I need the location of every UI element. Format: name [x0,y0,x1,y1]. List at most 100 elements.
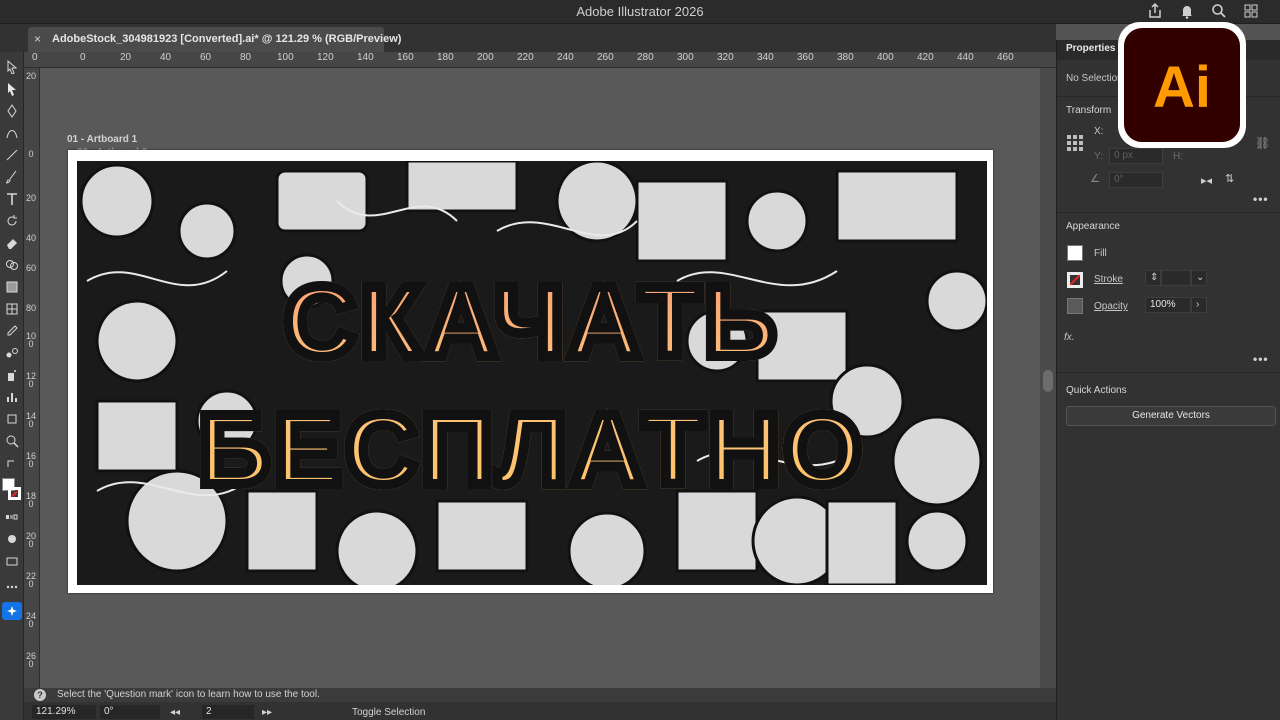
appearance-more-icon[interactable]: ••• [1253,352,1269,366]
ruler-tick: 0 [28,149,34,159]
rotate-tool-icon[interactable] [2,212,22,230]
ruler-tick: 180 [26,491,37,509]
stroke-weight-stepper[interactable]: ⇕ [1145,270,1161,286]
help-bar: ? Select the 'Question mark' icon to lea… [24,688,1056,702]
share-icon[interactable] [1146,2,1164,20]
angle-field[interactable]: 0° [1109,172,1163,188]
line-tool-icon[interactable] [2,146,22,164]
draw-mode-icon[interactable] [2,530,22,548]
eyedropper-tool-icon[interactable] [2,322,22,340]
status-bar: 121.29% 0° ◂◂ 2 ▸▸ Toggle Selection [24,702,1056,720]
shape-builder-tool-icon[interactable] [2,256,22,274]
constrain-proportions-icon[interactable]: ⛓ [1255,136,1270,150]
banner-headline-line-1[interactable]: СКАЧАТЬ [77,261,987,383]
blend-tool-icon[interactable] [2,344,22,362]
canvas[interactable]: 01 - Artboard 1 02 - Artboard 2 [40,68,1040,688]
document-tab[interactable]: × AdobeStock_304981923 [Converted].ai* @… [28,27,401,52]
artboard-number-field[interactable]: 2 [202,705,254,719]
ruler-tick: 120 [317,52,334,63]
rotation-field[interactable]: 0° [100,705,160,719]
generate-vectors-button[interactable]: Generate Vectors [1066,406,1276,426]
symbol-sprayer-tool-icon[interactable] [2,366,22,384]
fx-button[interactable]: fx. [1064,332,1075,343]
flip-vertical-icon[interactable]: ⇅ [1225,172,1234,185]
doodle-banner-artwork[interactable]: СКАЧАТЬ БЕСПЛАТНО [77,161,987,585]
document-tab-name[interactable]: AdobeStock_304981923 [Converted].ai* @ 1… [52,33,401,45]
type-tool-icon[interactable] [2,190,22,208]
screen-mode-icon[interactable] [2,552,22,570]
gradient-tool-icon[interactable] [2,278,22,296]
color-mode-icon[interactable] [2,508,22,526]
more-tools-icon[interactable] [2,578,22,596]
ruler-tick: 140 [26,411,37,429]
ruler-tick: 0 [32,52,38,63]
tools-panel [0,52,24,720]
horizontal-ruler: 0 0 20 40 60 80 100 120 140 160 180 200 … [24,52,1056,68]
ruler-tick: 300 [677,52,694,63]
angle-icon: ∠ [1090,173,1100,185]
artboard-tool-icon[interactable] [2,410,22,428]
flip-horizontal-icon[interactable]: ▸◂ [1201,174,1212,187]
question-mark-icon[interactable]: ? [34,689,46,701]
fill-label[interactable]: Fill [1094,248,1107,259]
paintbrush-tool-icon[interactable] [2,168,22,186]
ruler-tick: 80 [26,303,37,313]
logo-text: Ai [1153,55,1211,120]
direct-selection-tool-icon[interactable] [2,80,22,98]
last-artboard-icon[interactable]: ▸▸ [262,707,272,718]
ruler-tick: 200 [26,531,37,549]
stroke-label[interactable]: Stroke [1094,274,1123,285]
opacity-field[interactable]: 100% [1145,297,1191,313]
vertical-scrollbar[interactable] [1040,68,1056,688]
search-icon[interactable] [1210,2,1228,20]
stroke-swatch[interactable] [1067,272,1083,288]
column-graph-tool-icon[interactable] [2,388,22,406]
ruler-tick: 40 [160,52,172,63]
ruler-tick: 140 [357,52,374,63]
no-selection-label: No Selection [1066,73,1123,84]
swap-colors-icon[interactable] [2,454,22,472]
app-title: Adobe Illustrator 2026 [576,4,704,19]
ruler-tick: 380 [837,52,854,63]
ruler-tick: 60 [26,263,37,273]
banner-headline-line-2[interactable]: БЕСПЛАТНО [77,389,987,511]
illustrator-logo: Ai [1118,22,1246,148]
mesh-tool-icon[interactable] [2,300,22,318]
workspace-grid-icon[interactable] [1242,2,1260,20]
y-field[interactable]: 0 px [1109,148,1163,164]
scroll-thumb[interactable] [1043,370,1053,392]
artboard-label-1[interactable]: 01 - Artboard 1 [67,134,137,145]
ruler-tick: 160 [26,451,37,469]
eraser-tool-icon[interactable] [2,234,22,252]
stroke-dropdown-chevron-icon[interactable]: ⌄ [1191,270,1207,286]
divider [1057,212,1280,213]
ruler-tick: 440 [957,52,974,63]
more-options-icon[interactable]: ••• [1253,192,1269,206]
opacity-label[interactable]: Opacity [1094,301,1128,312]
pen-tool-icon[interactable] [2,102,22,120]
artboard[interactable]: СКАЧАТЬ БЕСПЛАТНО [68,150,993,593]
ruler-tick: 40 [26,233,37,243]
opacity-chevron-icon[interactable]: › [1191,297,1207,313]
ruler-tick: 120 [26,371,37,389]
selection-tool-icon[interactable] [2,58,22,76]
close-tab-icon[interactable]: × [34,32,41,46]
help-text: Select the 'Question mark' icon to learn… [57,689,320,700]
zoom-tool-icon[interactable] [2,432,22,450]
document-tab-row: × AdobeStock_304981923 [Converted].ai* @… [0,24,1056,52]
ruler-tick: 220 [517,52,534,63]
reference-point-icon[interactable] [1066,134,1084,152]
quick-actions-section-title: Quick Actions [1066,385,1127,396]
generative-ai-icon[interactable] [2,602,22,620]
curvature-tool-icon[interactable] [2,124,22,142]
stroke-weight-field[interactable] [1161,270,1191,286]
toggle-selection-label[interactable]: Toggle Selection [352,707,425,718]
fill-swatch[interactable] [1067,245,1083,261]
panel-title[interactable]: Properties [1066,43,1115,54]
ruler-tick: 180 [437,52,454,63]
ruler-tick: 60 [200,52,212,63]
zoom-field[interactable]: 121.29% [32,705,96,719]
first-artboard-icon[interactable]: ◂◂ [170,707,180,718]
bell-icon[interactable] [1178,2,1196,20]
fill-stroke-swatches[interactable] [2,478,22,502]
